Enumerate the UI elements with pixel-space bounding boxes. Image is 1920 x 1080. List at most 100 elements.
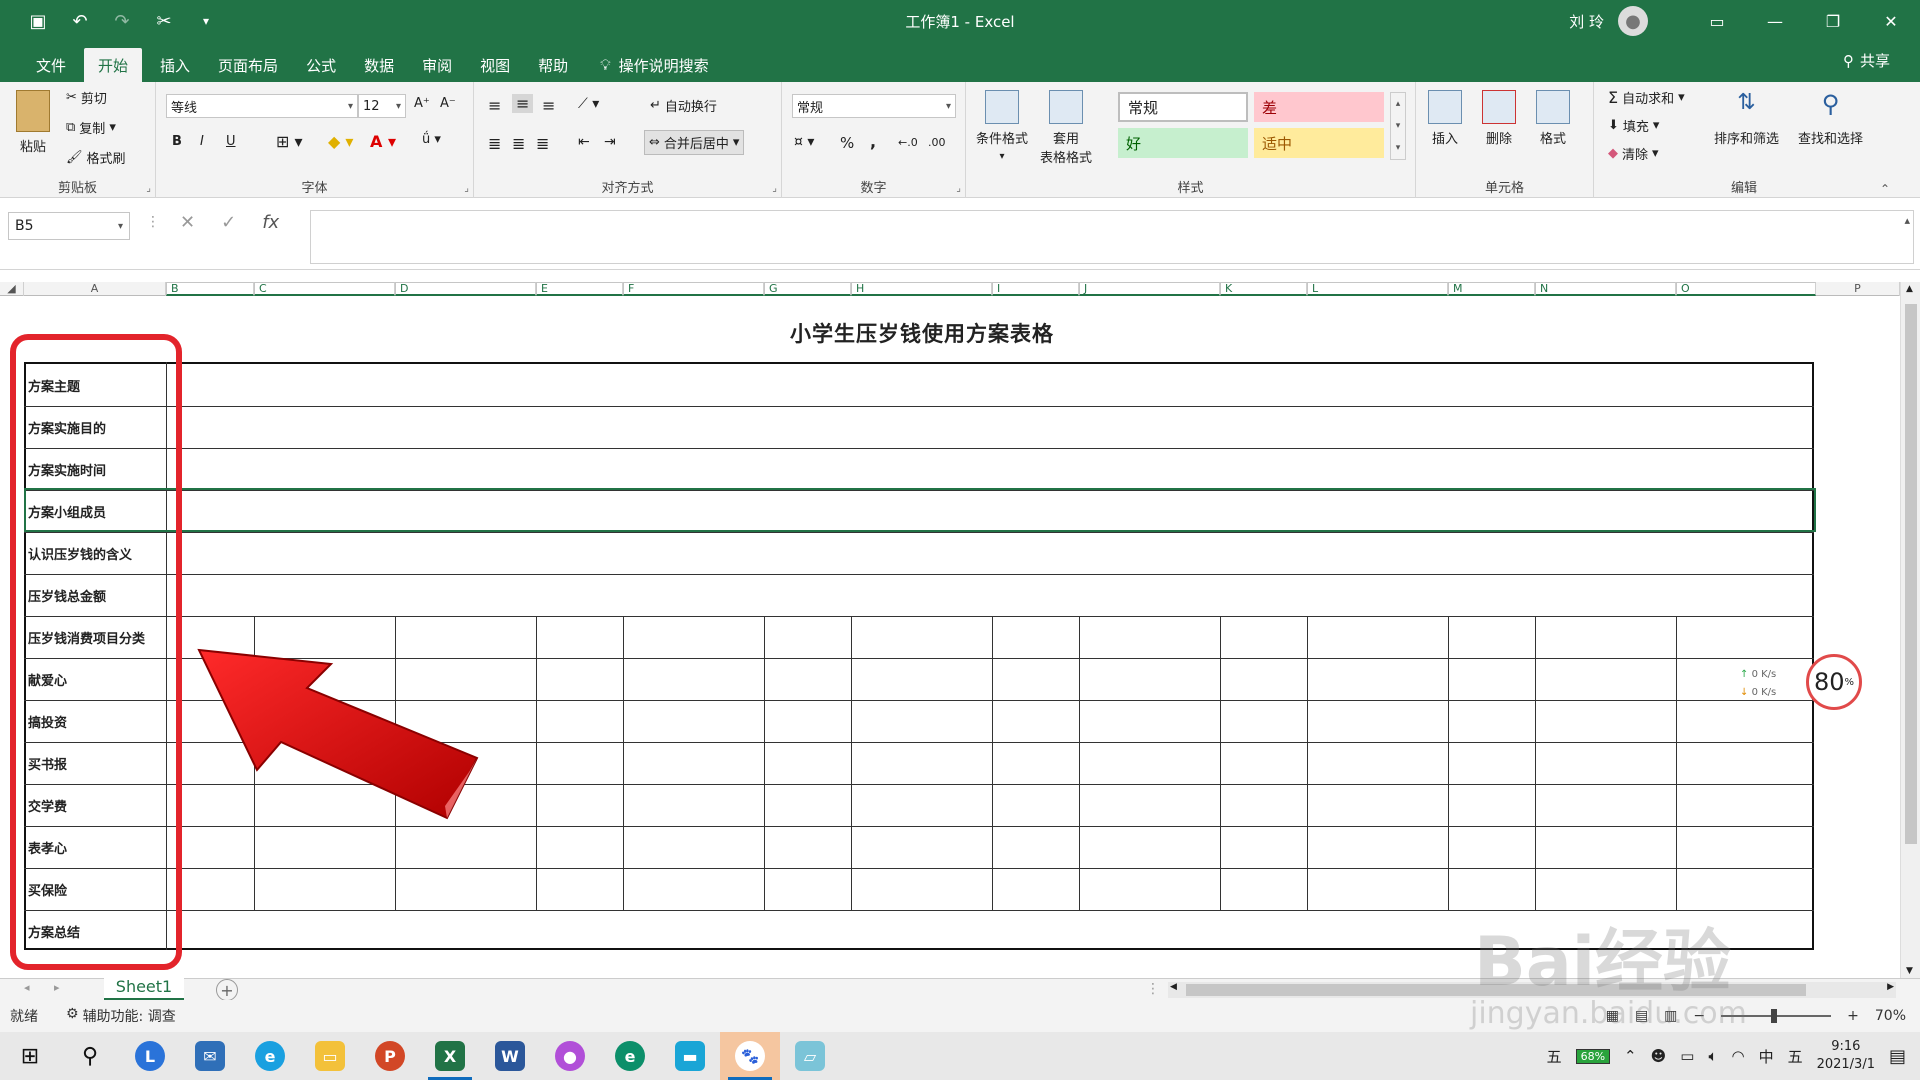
enter-icon[interactable]: ✓ xyxy=(221,212,236,233)
avatar[interactable]: ● xyxy=(1618,6,1648,36)
network-speed-widget[interactable]: ↑ 0 K/s ↓ 0 K/s 80% xyxy=(1734,654,1862,710)
dialog-launcher-icon[interactable]: ⌟ xyxy=(464,183,469,194)
tab-page-layout[interactable]: 页面布局 xyxy=(204,48,292,82)
sheet-prev-icon[interactable]: ◂ xyxy=(24,981,30,994)
column-header[interactable]: C xyxy=(254,282,395,296)
column-header[interactable]: E xyxy=(536,282,623,296)
notes-app-icon[interactable]: ▱ xyxy=(780,1032,840,1080)
find-select-button[interactable]: ⚲ 查找和选择 xyxy=(1798,90,1863,147)
column-header[interactable]: B xyxy=(166,282,254,296)
minimize-icon[interactable]: — xyxy=(1746,0,1804,42)
top-align-icon[interactable]: ≡ xyxy=(488,96,501,115)
customize-qat-icon[interactable]: ▾ xyxy=(192,14,220,28)
expand-formula-icon[interactable]: ▴ xyxy=(1904,214,1910,227)
wifi-icon[interactable]: ◠ xyxy=(1731,1047,1744,1065)
bold-button[interactable]: B xyxy=(172,134,182,149)
tab-review[interactable]: 审阅 xyxy=(408,48,466,82)
style-neutral[interactable]: 适中 xyxy=(1254,128,1384,158)
increase-decimal-icon[interactable]: ←.0 xyxy=(898,136,918,149)
monitor-app-icon[interactable]: ▬ xyxy=(660,1032,720,1080)
hscroll-right-icon[interactable]: ▶ xyxy=(1887,982,1894,992)
column-header[interactable]: L xyxy=(1307,282,1448,296)
user-name[interactable]: 刘 玲 xyxy=(1569,11,1604,32)
styles-scroll-icon[interactable]: ▴ ▾ ▾ xyxy=(1390,92,1406,160)
align-left-icon[interactable]: ≣ xyxy=(488,134,501,153)
insert-function-icon[interactable]: fx xyxy=(262,212,279,233)
column-header[interactable]: K xyxy=(1220,282,1307,296)
vertical-scrollbar[interactable]: ▲ ▼ xyxy=(1900,282,1920,978)
tab-help[interactable]: 帮助 xyxy=(524,48,582,82)
cut-icon[interactable]: ✂ xyxy=(150,11,178,32)
search-icon[interactable]: ⚲ xyxy=(60,1032,120,1080)
style-good[interactable]: 好 xyxy=(1118,128,1248,158)
excel-icon[interactable]: X xyxy=(420,1032,480,1080)
powerpoint-icon[interactable]: P xyxy=(360,1032,420,1080)
redo-icon[interactable]: ↷ xyxy=(108,11,136,32)
formula-input[interactable] xyxy=(310,210,1914,264)
fill-button[interactable]: ⬇ 填充 ▾ xyxy=(1608,116,1659,135)
selected-cell-range[interactable] xyxy=(24,488,1816,532)
paint-drop-icon[interactable]: ● xyxy=(540,1032,600,1080)
battery-indicator[interactable]: 68% xyxy=(1575,1048,1611,1064)
tab-home[interactable]: 开始 xyxy=(84,48,143,82)
input-method-indicator[interactable]: 五 xyxy=(1788,1046,1803,1067)
column-header[interactable]: I xyxy=(992,282,1079,296)
hscroll-left-icon[interactable]: ◀ xyxy=(1170,982,1177,992)
underline-button[interactable]: U xyxy=(226,134,236,149)
grow-font-button[interactable]: A⁺ xyxy=(414,96,430,111)
language-indicator[interactable]: 中 xyxy=(1759,1046,1774,1067)
orientation-icon[interactable]: ⟋ ▾ xyxy=(578,96,599,112)
tell-me-search[interactable]: 💡︎ 操作说明搜索 xyxy=(600,48,709,82)
middle-align-icon[interactable]: ≡ xyxy=(512,94,534,113)
dialog-launcher-icon[interactable]: ⌟ xyxy=(772,183,777,194)
font-color-icon[interactable]: A ▾ xyxy=(370,132,396,151)
zoom-slider-thumb[interactable] xyxy=(1771,1009,1778,1023)
battery-icon[interactable]: ▭ xyxy=(1680,1047,1694,1065)
font-name-select[interactable]: 等线 ▾ xyxy=(166,94,358,118)
qq-icon[interactable]: ☻ xyxy=(1651,1047,1667,1065)
format-as-table-button[interactable]: 套用 表格格式 xyxy=(1040,90,1092,166)
notification-icon[interactable]: ▤ xyxy=(1889,1046,1906,1067)
app-l-icon[interactable]: L xyxy=(120,1032,180,1080)
style-bad[interactable]: 差 xyxy=(1254,92,1384,122)
sort-filter-button[interactable]: ⇅ 排序和筛选 xyxy=(1714,90,1779,147)
add-sheet-icon[interactable]: + xyxy=(216,979,238,1001)
name-box[interactable]: B5 ▾ xyxy=(8,212,130,240)
undo-icon[interactable]: ↶ xyxy=(66,11,94,32)
copy-button[interactable]: ⧉ 复制 ▾ xyxy=(66,118,116,137)
tab-data[interactable]: 数据 xyxy=(350,48,408,82)
autosum-button[interactable]: Σ 自动求和 ▾ xyxy=(1608,88,1685,107)
borders-icon[interactable]: ⊞ ▾ xyxy=(276,132,303,151)
tab-file[interactable]: 文件 xyxy=(22,48,80,82)
vertical-scroll-thumb[interactable] xyxy=(1905,304,1917,844)
worksheet-grid[interactable]: ◢ A B C D E F G H I J K L M N O P 小学生压岁钱… xyxy=(0,282,1920,978)
paste-button[interactable]: 粘贴 xyxy=(16,90,50,155)
cancel-icon[interactable]: ✕ xyxy=(180,212,195,233)
zoom-level[interactable]: 70% xyxy=(1875,1008,1906,1024)
tab-insert[interactable]: 插入 xyxy=(146,48,204,82)
comma-button[interactable]: , xyxy=(870,132,876,151)
baidu-icon[interactable]: 🐾︎ xyxy=(720,1032,780,1080)
splitter-icon[interactable]: ⋮ xyxy=(1146,981,1160,997)
scroll-down-icon[interactable]: ▼ xyxy=(1906,966,1913,976)
scroll-up-icon[interactable]: ▲ xyxy=(1906,284,1913,294)
bottom-align-icon[interactable]: ≡ xyxy=(542,96,555,115)
select-all-corner[interactable]: ◢ xyxy=(0,282,24,296)
column-header[interactable]: O xyxy=(1676,282,1816,296)
decrease-decimal-icon[interactable]: .00 xyxy=(928,136,946,149)
clear-button[interactable]: ◆ 清除 ▾ xyxy=(1608,144,1659,163)
ribbon-display-icon[interactable]: ▭ xyxy=(1688,0,1746,42)
restore-icon[interactable]: ❐ xyxy=(1804,0,1862,42)
dialog-launcher-icon[interactable]: ⌟ xyxy=(956,183,961,194)
column-header[interactable]: D xyxy=(395,282,536,296)
number-format-select[interactable]: 常规 ▾ xyxy=(792,94,956,118)
tab-view[interactable]: 视图 xyxy=(466,48,524,82)
column-header[interactable]: A xyxy=(24,282,166,296)
fill-color-icon[interactable]: ◆ ▾ xyxy=(328,132,353,151)
windows-start-icon[interactable]: ⊞ xyxy=(0,1032,60,1080)
chevron-up-icon[interactable]: ⌃ xyxy=(1624,1047,1637,1065)
align-center-icon[interactable]: ≣ xyxy=(512,134,525,153)
merge-center-button[interactable]: ⇔ 合并后居中 ▾ xyxy=(644,130,745,155)
save-icon[interactable]: ▣ xyxy=(24,11,52,32)
wrap-text-button[interactable]: ↵ 自动换行 xyxy=(650,96,717,115)
